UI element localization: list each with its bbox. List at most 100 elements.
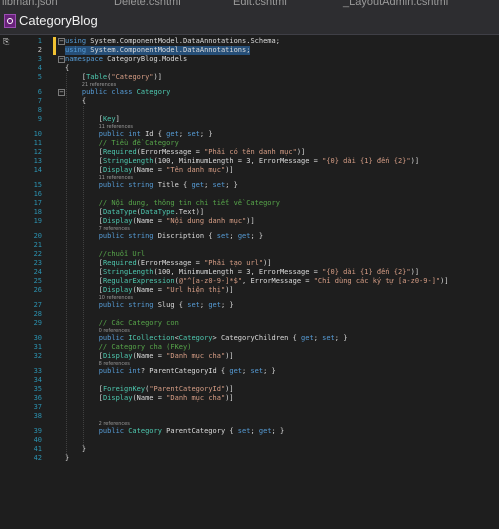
line-number: 25 [33, 277, 42, 285]
csharp-file-icon [4, 14, 16, 28]
token-plain: } [65, 454, 70, 462]
token-plain: Id { [145, 130, 167, 138]
token-plain: } [65, 445, 87, 453]
token-plain: (Name = [132, 394, 167, 402]
document-tab-strip: libman.json Delete.cshtml Edit.cshtml _L… [0, 0, 499, 9]
token-plain: ; } [271, 427, 285, 435]
token-plain: (Name = [132, 217, 167, 225]
token-plain: [ [65, 259, 103, 267]
code-text: [Display(Name = "Danh mục cha")] [65, 394, 234, 403]
token-type: Required [102, 259, 137, 267]
line-number: 1 [37, 37, 42, 45]
token-plain: [ [65, 115, 103, 123]
editor-title-bar: CategoryBlog [0, 9, 499, 35]
line-number: 3 [37, 55, 42, 63]
token-type: ForeignKey [102, 385, 146, 393]
token-keyword: using [65, 46, 87, 54]
token-plain: (Name = [132, 286, 167, 294]
code-text: public Category ParentCategory { set; ge… [65, 427, 285, 436]
line-number: 26 [33, 286, 42, 294]
token-plain: ; } [225, 181, 238, 189]
line-number: 30 [33, 334, 42, 342]
token-string: "{0} dài {1} đến {2}" [322, 157, 411, 165]
tab-libman-json[interactable]: libman.json [2, 0, 58, 8]
token-type: Category [136, 88, 171, 96]
code-text: // Nội dung, thông tin chi tiết về Categ… [65, 199, 280, 208]
code-text: { [65, 64, 69, 73]
token-plain: ; } [220, 301, 234, 309]
code-text: [ForeignKey("ParentCategoryId")] [65, 385, 234, 394]
line-number: 17 [33, 199, 42, 207]
line-number: 29 [33, 319, 42, 327]
token-keyword: public [65, 334, 129, 342]
line-number: 32 [33, 352, 42, 360]
line-number: 24 [33, 268, 42, 276]
collapse-region-icon[interactable]: − [58, 56, 65, 63]
line-number: 37 [33, 403, 42, 411]
code-text: public string Slug { set; get; } [65, 301, 234, 310]
token-plain: [ [65, 166, 103, 174]
token-type: Display [102, 286, 133, 294]
token-plain: )] [225, 394, 234, 402]
collapse-region-icon[interactable]: − [58, 89, 65, 96]
token-keyword: get [208, 301, 221, 309]
token-plain: ; [178, 130, 188, 138]
token-plain: ? ParentCategoryId { [140, 367, 230, 375]
token-plain: [ [65, 394, 103, 402]
token-type: Key [102, 115, 116, 123]
token-keyword: get [301, 334, 314, 342]
line-number: 2 [37, 46, 42, 54]
line-number: 18 [33, 208, 42, 216]
line-number: 35 [33, 385, 42, 393]
code-text: //chuỗi Url [65, 250, 145, 259]
token-keyword: set [187, 130, 200, 138]
token-plain: ] [115, 115, 120, 123]
token-plain: )] [225, 286, 234, 294]
line-number: 27 [33, 301, 42, 309]
tab-delete-cshtml[interactable]: Delete.cshtml [114, 0, 181, 8]
token-string: "Tên danh mục" [166, 166, 226, 174]
token-keyword: public string [65, 181, 158, 189]
token-string: "Phải có tên danh mục" [204, 148, 297, 156]
line-number: 20 [33, 232, 42, 240]
code-text: [RegularExpression(@"^[a-z0-9-]*$", Erro… [65, 277, 449, 286]
token-keyword: get [191, 181, 205, 189]
token-type: DataType [140, 208, 175, 216]
token-keyword: public string [65, 301, 158, 309]
line-number: 39 [33, 427, 42, 435]
token-plain: (Name = [132, 352, 167, 360]
quick-action-icon[interactable]: ⎘ [3, 37, 12, 46]
code-text: using System.ComponentModel.DataAnnotati… [65, 46, 251, 55]
code-text: namespace CategoryBlog.Models [65, 55, 187, 64]
code-text: [DataType(DataType.Text)] [65, 208, 204, 217]
token-plain: , ErrorMessage = [242, 277, 314, 285]
token-keyword: get [237, 232, 251, 240]
token-type: RegularExpression [102, 277, 175, 285]
token-comment: // Nội dung, thông tin chi tiết về Categ… [65, 199, 280, 207]
token-plain: (100, MinimumLength = 3, ErrorMessage = [153, 157, 323, 165]
indicator-margin [0, 35, 20, 529]
token-plain: )] [440, 277, 449, 285]
token-plain: [ [65, 352, 103, 360]
token-plain: ; [250, 427, 259, 435]
token-keyword: get [229, 367, 243, 375]
token-string: @"^[a-z0-9-]*$" [178, 277, 243, 285]
token-type: Required [102, 148, 137, 156]
token-plain: )] [410, 268, 420, 276]
code-editor[interactable]: 1− using System.ComponentModel.DataAnnota… [0, 35, 499, 529]
token-type: Category [128, 427, 162, 435]
token-string: "Url hiện thị" [166, 286, 226, 294]
token-plain: [ [65, 148, 103, 156]
token-plain: [ [65, 286, 103, 294]
token-plain: [ [65, 268, 103, 276]
line-number: 36 [33, 394, 42, 402]
tab-edit-cshtml[interactable]: Edit.cshtml [233, 0, 287, 8]
code-text: [Display(Name = "Danh mục cha")] [65, 352, 234, 361]
line-number: 42 [33, 454, 42, 462]
code-text: [StringLength(100, MinimumLength = 3, Er… [65, 157, 419, 166]
token-plain: (100, MinimumLength = 3, ErrorMessage = [153, 268, 323, 276]
token-plain: )] [225, 352, 234, 360]
tab-layoutadmin-cshtml[interactable]: _LayoutAdmin.cshtml [343, 0, 448, 8]
file-title[interactable]: CategoryBlog [19, 13, 98, 28]
collapse-region-icon[interactable]: − [58, 38, 65, 45]
